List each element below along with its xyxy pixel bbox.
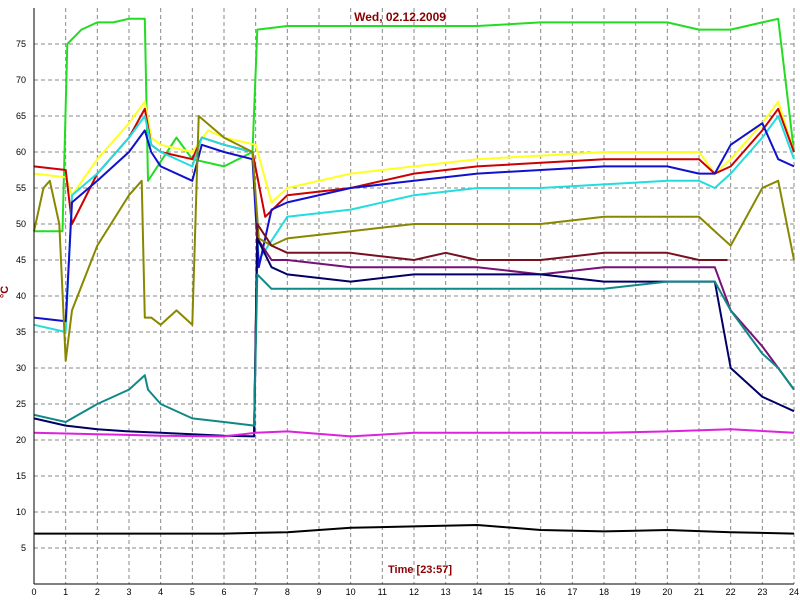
y-tick-label: 20 (16, 435, 26, 445)
y-tick-label: 65 (16, 111, 26, 121)
x-tick-label: 14 (472, 587, 482, 597)
x-tick-label: 2 (95, 587, 100, 597)
y-tick-label: 70 (16, 75, 26, 85)
y-tick-label: 35 (16, 327, 26, 337)
chart-title: Wed, 02.12.2009 (354, 10, 446, 24)
x-tick-label: 19 (631, 587, 641, 597)
x-tick-label: 22 (726, 587, 736, 597)
x-axis-label: Time [23:57] (388, 564, 452, 576)
y-tick-label: 55 (16, 183, 26, 193)
x-tick-label: 18 (599, 587, 609, 597)
x-tick-label: 3 (126, 587, 131, 597)
x-tick-label: 16 (536, 587, 546, 597)
x-tick-label: 20 (662, 587, 672, 597)
x-tick-label: 21 (694, 587, 704, 597)
y-tick-label: 30 (16, 363, 26, 373)
x-tick-label: 6 (221, 587, 226, 597)
y-tick-label: 40 (16, 291, 26, 301)
x-tick-label: 0 (31, 587, 36, 597)
x-tick-label: 7 (253, 587, 258, 597)
x-tick-label: 4 (158, 587, 163, 597)
y-tick-label: 50 (16, 219, 26, 229)
y-tick-label: 25 (16, 399, 26, 409)
y-tick-label: 15 (16, 471, 26, 481)
y-tick-label: 45 (16, 255, 26, 265)
x-tick-label: 15 (504, 587, 514, 597)
y-tick-label: 60 (16, 147, 26, 157)
y-tick-label: 75 (16, 39, 26, 49)
chart-svg: 0 1 2 3 4 5 6 7 8 9 10 11 12 13 14 15 16 17 18 19 20 21 22 23 24… (0, 0, 800, 600)
x-tick-label: 13 (441, 587, 451, 597)
y-tick-label: 5 (21, 543, 26, 553)
x-tick-label: 11 (378, 587, 387, 597)
x-tick-label: 17 (567, 587, 577, 597)
x-tick-label: 10 (346, 587, 356, 597)
x-tick-label: 1 (63, 587, 68, 597)
temperature-chart: 0 1 2 3 4 5 6 7 8 9 10 11 12 13 14 15 16 17 18 19 20 21 22 23 24… (0, 0, 800, 600)
x-tick-label: 12 (409, 587, 419, 597)
y-axis-label: °C (0, 286, 11, 298)
x-tick-label: 23 (757, 587, 767, 597)
x-tick-label: 8 (285, 587, 290, 597)
x-tick-label: 24 (789, 587, 799, 597)
x-tick-label: 5 (190, 587, 195, 597)
x-tick-label: 9 (316, 587, 321, 597)
y-tick-label: 10 (16, 507, 26, 517)
chart-background (0, 0, 800, 600)
